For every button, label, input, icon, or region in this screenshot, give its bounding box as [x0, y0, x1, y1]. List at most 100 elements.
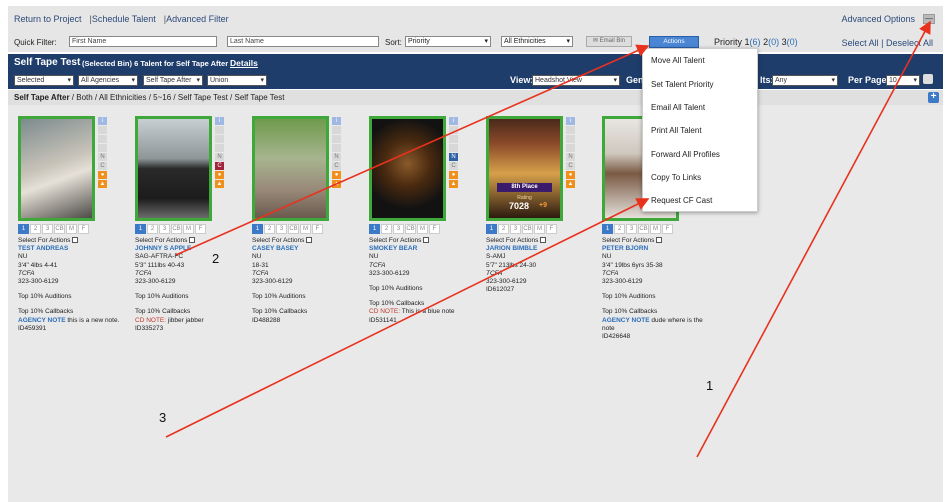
flag-icon[interactable] — [566, 126, 575, 134]
info-icon[interactable]: i — [98, 117, 107, 125]
priority-tab[interactable]: 2 — [381, 224, 392, 234]
priority-tab[interactable]: M — [534, 224, 545, 234]
priority-tab[interactable]: 1 — [369, 224, 380, 234]
play-icon[interactable]: ● — [449, 171, 458, 179]
chart-icon[interactable] — [98, 144, 107, 152]
menu-item-forward-all-profiles[interactable]: Forward All Profiles — [651, 150, 720, 159]
play-icon[interactable]: ● — [98, 171, 107, 179]
priority-tab[interactable]: 1 — [486, 224, 497, 234]
video-icon[interactable] — [332, 135, 341, 143]
minimize-button[interactable]: — — [923, 14, 935, 24]
priority-tab[interactable]: M — [417, 224, 428, 234]
talent-name-link[interactable]: JOHNNY S APPLE — [135, 245, 243, 253]
priority-tab[interactable]: CB — [522, 224, 533, 234]
save-icon[interactable] — [923, 74, 933, 84]
priority-tab[interactable]: CB — [288, 224, 299, 234]
priority-tab[interactable]: F — [546, 224, 557, 234]
priority-2-count[interactable]: (0) — [768, 37, 779, 47]
priority-tab[interactable]: CB — [638, 224, 649, 234]
video-icon[interactable] — [566, 135, 575, 143]
talent-name-link[interactable]: TEST ANDREAS — [18, 245, 126, 253]
priority-tab[interactable]: 3 — [159, 224, 170, 234]
sort-select[interactable]: Priority — [405, 36, 491, 47]
note-icon[interactable]: N — [215, 153, 224, 161]
select-checkbox[interactable] — [656, 237, 663, 244]
priority-tab[interactable]: CB — [171, 224, 182, 234]
view-select[interactable]: Headshot View — [532, 75, 620, 86]
video-icon[interactable] — [449, 135, 458, 143]
note-icon[interactable]: N — [332, 153, 341, 161]
headshot-image[interactable] — [135, 116, 212, 221]
priority-tab[interactable]: CB — [405, 224, 416, 234]
priority-tab[interactable]: 3 — [393, 224, 404, 234]
person-icon[interactable]: ▲ — [449, 180, 458, 188]
priority-tab[interactable]: 2 — [498, 224, 509, 234]
advanced-options-link[interactable]: Advanced Options — [841, 14, 915, 24]
priority-1-count[interactable]: (6) — [750, 37, 761, 47]
menu-item-print-all-talent[interactable]: Print All Talent — [651, 126, 702, 135]
flag-icon[interactable] — [332, 126, 341, 134]
talent-name-link[interactable]: CASEY BASEY — [252, 245, 360, 253]
priority-tab[interactable]: M — [183, 224, 194, 234]
email-bin-button[interactable]: ✉ Email Bin — [586, 36, 632, 47]
select-checkbox[interactable] — [540, 237, 547, 244]
per-page-select[interactable]: 10 — [886, 75, 920, 86]
menu-item-set-talent-priority[interactable]: Set Talent Priority — [651, 80, 714, 89]
priority-tab[interactable]: M — [66, 224, 77, 234]
talent-name-link[interactable]: PETER BJORN — [602, 245, 710, 253]
note-icon[interactable]: N — [98, 153, 107, 161]
priority-tab[interactable]: 2 — [264, 224, 275, 234]
priority-tab[interactable]: M — [650, 224, 661, 234]
select-all-link[interactable]: Select All — [842, 38, 879, 48]
menu-item-request-cf-cast[interactable]: Request CF Cast — [651, 196, 712, 205]
play-icon[interactable]: ● — [332, 171, 341, 179]
select-checkbox[interactable] — [189, 237, 196, 244]
select-checkbox[interactable] — [306, 237, 313, 244]
ethnicity-select[interactable]: All Ethnicities — [501, 36, 573, 47]
priority-tab[interactable]: F — [429, 224, 440, 234]
priority-tab[interactable]: 1 — [252, 224, 263, 234]
headshot-image[interactable] — [252, 116, 329, 221]
menu-item-copy-to-links[interactable]: Copy To Links — [651, 173, 701, 182]
flag-icon[interactable] — [98, 126, 107, 134]
priority-tab[interactable]: 1 — [602, 224, 613, 234]
note-icon[interactable]: N — [566, 153, 575, 161]
priority-tab[interactable]: 2 — [30, 224, 41, 234]
talent-name-link[interactable]: JARION BIMBLE — [486, 245, 594, 253]
person-icon[interactable]: ▲ — [332, 180, 341, 188]
headshot-image[interactable] — [18, 116, 95, 221]
priority-tab[interactable]: F — [312, 224, 323, 234]
person-icon[interactable]: ▲ — [98, 180, 107, 188]
details-link[interactable]: Details — [230, 58, 258, 68]
priority-tab[interactable]: F — [78, 224, 89, 234]
chart-icon[interactable] — [215, 144, 224, 152]
flag-icon[interactable] — [215, 126, 224, 134]
info-icon[interactable]: i — [215, 117, 224, 125]
priority-tab[interactable]: CB — [54, 224, 65, 234]
priority-tab[interactable]: 2 — [147, 224, 158, 234]
video-icon[interactable] — [215, 135, 224, 143]
priority-tab[interactable]: 3 — [276, 224, 287, 234]
union-select[interactable]: Union — [207, 75, 267, 86]
advanced-filter-link[interactable]: Advanced Filter — [166, 14, 229, 24]
play-icon[interactable]: ● — [215, 171, 224, 179]
priority-tab[interactable]: 1 — [18, 224, 29, 234]
deselect-all-link[interactable]: | Deselect All — [881, 38, 933, 48]
last-name-input[interactable]: Last Name — [227, 36, 379, 47]
person-icon[interactable]: ▲ — [215, 180, 224, 188]
video-icon[interactable] — [98, 135, 107, 143]
chart-icon[interactable] — [332, 144, 341, 152]
priority-tab[interactable]: F — [195, 224, 206, 234]
talent-name-link[interactable]: SMOKEY BEAR — [369, 245, 477, 253]
chart-icon[interactable] — [449, 144, 458, 152]
select-checkbox[interactable] — [72, 237, 79, 244]
selected-select[interactable]: Selected — [14, 75, 74, 86]
menu-item-move-all-talent[interactable]: Move All Talent — [651, 56, 705, 65]
actions-button[interactable]: Actions — [649, 36, 699, 48]
priority-tab[interactable]: 3 — [626, 224, 637, 234]
play-icon[interactable]: ● — [566, 171, 575, 179]
priority-tab[interactable]: F — [662, 224, 673, 234]
info-icon[interactable]: i — [332, 117, 341, 125]
person-icon[interactable]: ▲ — [566, 180, 575, 188]
priority-3-count[interactable]: (0) — [787, 37, 798, 47]
